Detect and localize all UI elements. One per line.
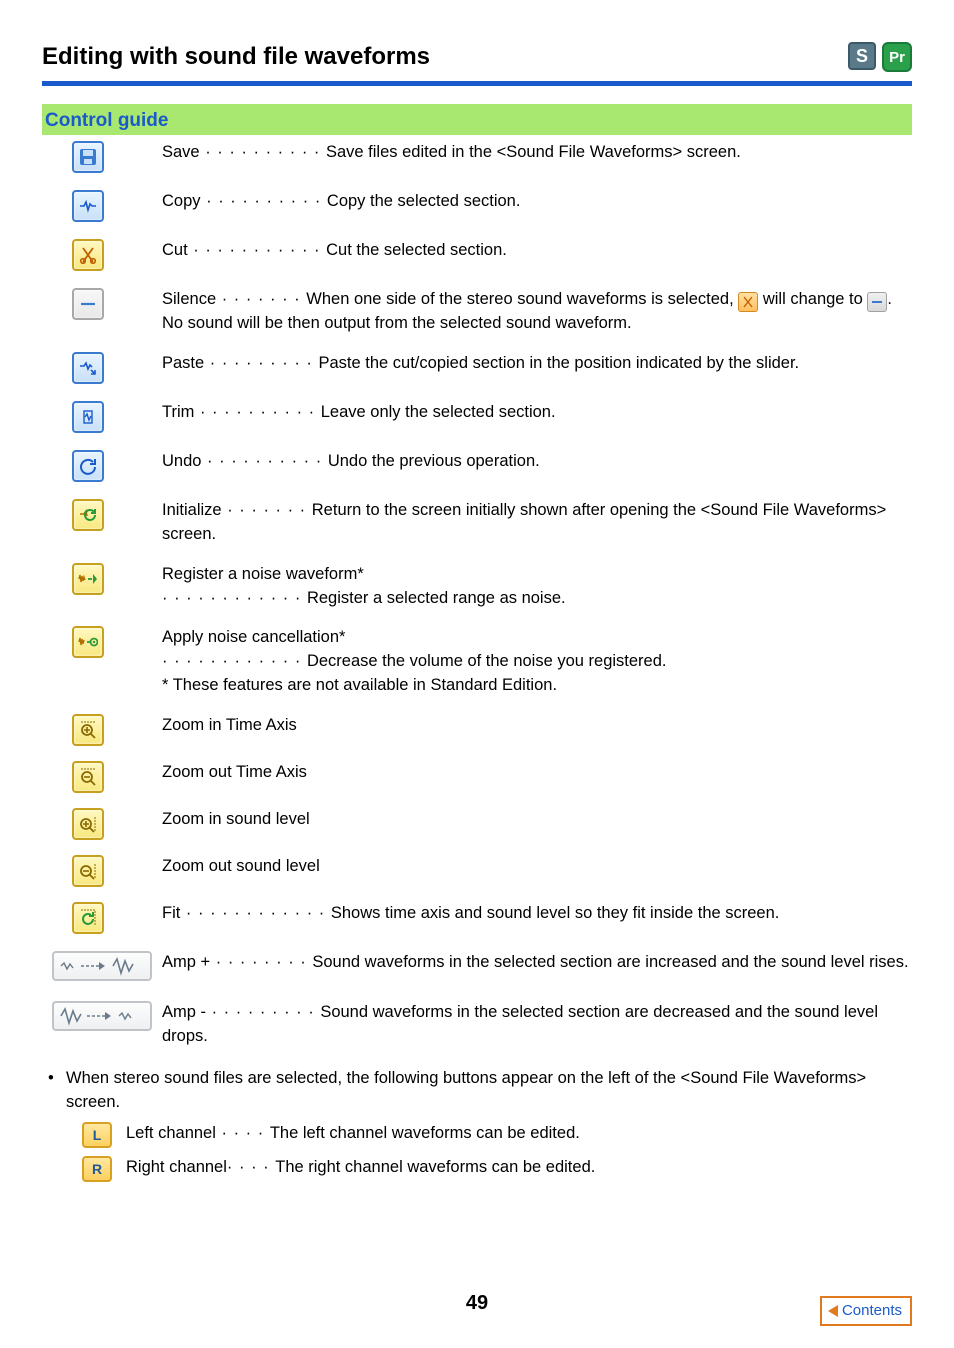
- footer-intro: When stereo sound files are selected, th…: [66, 1067, 912, 1115]
- right-channel-label: Right channel: [126, 1158, 227, 1176]
- undo-row: Undo · · · · · · · · · · Undo the previo…: [162, 450, 912, 474]
- copy-icon[interactable]: [72, 190, 104, 222]
- initialize-icon[interactable]: [72, 499, 104, 531]
- save-row: Save · · · · · · · · · · Save files edit…: [162, 141, 912, 165]
- paste-row: Paste · · · · · · · · · Paste the cut/co…: [162, 352, 912, 376]
- undo-label: Undo: [162, 452, 201, 470]
- save-label: Save: [162, 143, 200, 161]
- right-channel-row: Right channel· · · · The right channel w…: [126, 1156, 595, 1180]
- apply-noise-cancel-row: Apply noise cancellation* · · · · · · · …: [162, 626, 912, 698]
- section-header-strip: Control guide: [42, 104, 912, 136]
- fit-icon[interactable]: [72, 902, 104, 934]
- silence-label: Silence: [162, 290, 216, 308]
- copy-label: Copy: [162, 192, 201, 210]
- amp-plus-icon[interactable]: [52, 951, 152, 981]
- paste-icon[interactable]: [72, 352, 104, 384]
- noise-features-note: * These features are not available in St…: [162, 674, 912, 698]
- apply-noise-cancel-icon[interactable]: [72, 626, 104, 658]
- left-channel-desc: The left channel waveforms can be edited…: [270, 1124, 580, 1142]
- fit-desc: Shows time axis and sound level so they …: [331, 904, 780, 922]
- zoom-out-time-icon[interactable]: [72, 761, 104, 793]
- silence-row: Silence · · · · · · · When one side of t…: [162, 288, 912, 336]
- undo-desc: Undo the previous operation.: [328, 452, 540, 470]
- trim-label: Trim: [162, 403, 194, 421]
- initialize-label: Initialize: [162, 501, 222, 519]
- inline-silence-icon: [867, 292, 887, 312]
- contents-label: Contents: [842, 1300, 902, 1322]
- trim-icon[interactable]: [72, 401, 104, 433]
- zoom-in-time-label: Zoom in Time Axis: [162, 714, 912, 738]
- initialize-row: Initialize · · · · · · · Return to the s…: [162, 499, 912, 547]
- register-noise-desc: Register a selected range as noise.: [307, 589, 566, 607]
- bullet-icon: •: [48, 1067, 66, 1115]
- amp-minus-icon[interactable]: [52, 1001, 152, 1031]
- fit-row: Fit · · · · · · · · · · · · Shows time a…: [162, 902, 912, 926]
- save-icon[interactable]: [72, 141, 104, 173]
- amp-minus-label: Amp -: [162, 1003, 206, 1021]
- trim-desc: Leave only the selected section.: [321, 403, 556, 421]
- zoom-in-level-label: Zoom in sound level: [162, 808, 912, 832]
- apply-noise-cancel-title: Apply noise cancellation*: [162, 626, 912, 650]
- apply-noise-cancel-desc: Decrease the volume of the noise you reg…: [307, 652, 667, 670]
- zoom-out-level-icon[interactable]: [72, 855, 104, 887]
- right-channel-icon[interactable]: R: [82, 1156, 112, 1182]
- silence-desc-a: When one side of the stereo sound wavefo…: [306, 290, 738, 308]
- cut-label: Cut: [162, 241, 188, 259]
- cut-icon[interactable]: [72, 239, 104, 271]
- cut-row: Cut · · · · · · · · · · · Cut the select…: [162, 239, 912, 263]
- inline-cut-icon: [738, 292, 758, 312]
- amp-minus-row: Amp - · · · · · · · · · Sound waveforms …: [162, 1001, 912, 1049]
- silence-icon[interactable]: [72, 288, 104, 320]
- badge-pr-icon: Pr: [882, 42, 912, 72]
- page-number: 49: [0, 1289, 954, 1318]
- right-channel-desc: The right channel waveforms can be edite…: [275, 1158, 595, 1176]
- page-title: Editing with sound file waveforms: [42, 40, 430, 75]
- amp-plus-row: Amp + · · · · · · · · Sound waveforms in…: [162, 951, 912, 975]
- paste-label: Paste: [162, 354, 204, 372]
- zoom-out-level-label: Zoom out sound level: [162, 855, 912, 879]
- fit-label: Fit: [162, 904, 180, 922]
- left-channel-row: Left channel · · · · The left channel wa…: [126, 1122, 580, 1146]
- register-noise-title: Register a noise waveform*: [162, 563, 912, 587]
- cut-desc: Cut the selected section.: [326, 241, 507, 259]
- copy-row: Copy · · · · · · · · · · Copy the select…: [162, 190, 912, 214]
- zoom-in-level-icon[interactable]: [72, 808, 104, 840]
- zoom-in-time-icon[interactable]: [72, 714, 104, 746]
- badge-s-icon: S: [848, 42, 876, 70]
- silence-desc-b: will change to: [763, 290, 868, 308]
- copy-desc: Copy the selected section.: [327, 192, 521, 210]
- undo-icon[interactable]: [72, 450, 104, 482]
- left-channel-label: Left channel: [126, 1124, 216, 1142]
- register-noise-row: Register a noise waveform* · · · · · · ·…: [162, 563, 912, 611]
- section-title: Control guide: [45, 107, 909, 135]
- left-channel-icon[interactable]: L: [82, 1122, 112, 1148]
- header-rule: [42, 81, 912, 86]
- header-badges: S Pr: [848, 42, 912, 72]
- save-desc: Save files edited in the <Sound File Wav…: [326, 143, 741, 161]
- amp-plus-label: Amp +: [162, 953, 210, 971]
- zoom-out-time-label: Zoom out Time Axis: [162, 761, 912, 785]
- back-triangle-icon: [828, 1305, 838, 1317]
- amp-plus-desc: Sound waveforms in the selected section …: [312, 953, 908, 971]
- paste-desc: Paste the cut/copied section in the posi…: [319, 354, 800, 372]
- contents-button[interactable]: Contents: [820, 1296, 912, 1326]
- register-noise-icon[interactable]: [72, 563, 104, 595]
- trim-row: Trim · · · · · · · · · · Leave only the …: [162, 401, 912, 425]
